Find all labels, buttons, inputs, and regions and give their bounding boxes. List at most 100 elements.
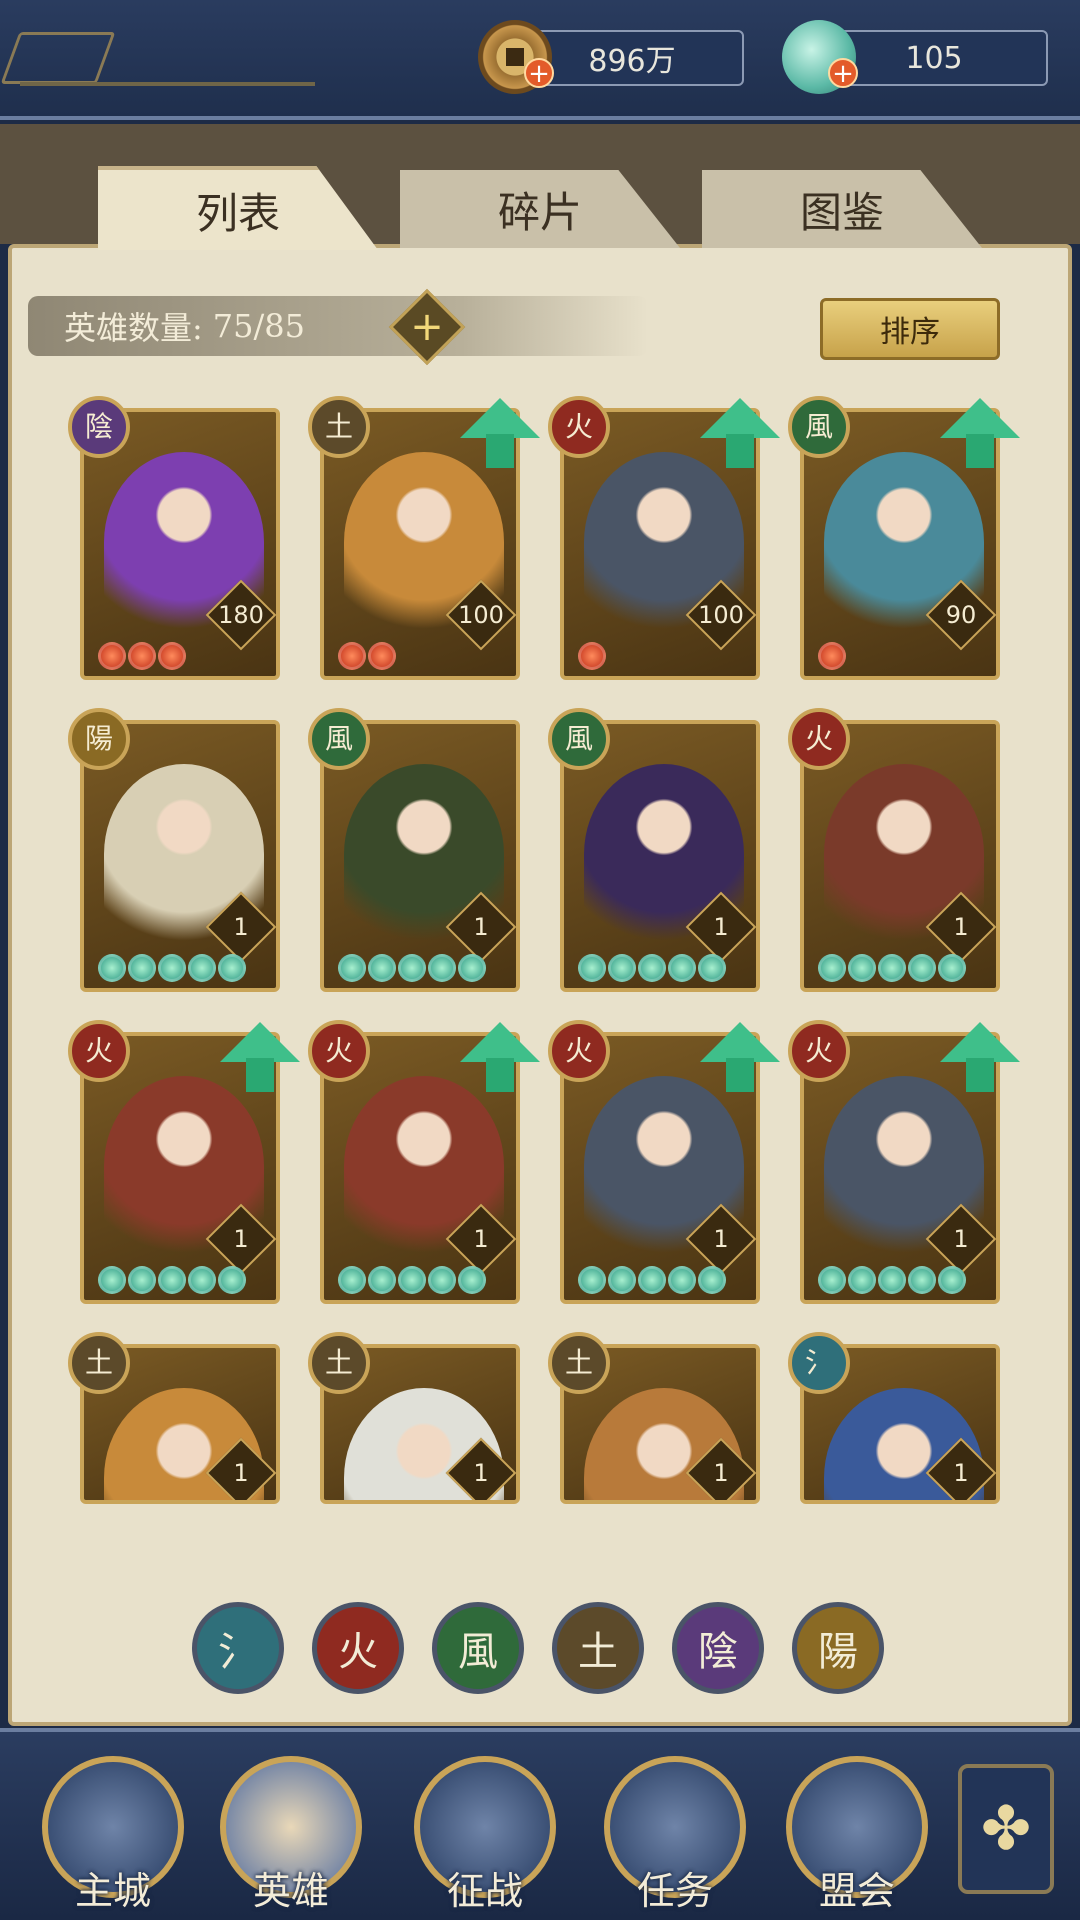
green-star-icon [128, 954, 156, 982]
green-star-icon [818, 954, 846, 982]
green-star-icon [368, 1266, 396, 1294]
green-star-icon [338, 1266, 366, 1294]
hero-stars [578, 1266, 726, 1294]
hero-stars [338, 954, 486, 982]
green-star-icon [908, 954, 936, 982]
green-star-icon [578, 1266, 606, 1294]
green-star-icon [668, 1266, 696, 1294]
element-badge: 火 [548, 1020, 610, 1082]
element-badge: 陽 [68, 708, 130, 770]
element-badge: 土 [308, 396, 370, 458]
green-star-icon [218, 954, 246, 982]
element-badge: 風 [308, 708, 370, 770]
filter-earth[interactable]: 土 [552, 1602, 644, 1694]
hero-level: 1 [233, 913, 249, 941]
hero-level: 1 [233, 1225, 249, 1253]
element-badge: 土 [308, 1332, 370, 1394]
green-star-icon [128, 1266, 156, 1294]
tab-fragments-label: 碎片 [497, 187, 582, 237]
green-star-icon [98, 954, 126, 982]
green-star-icon [848, 954, 876, 982]
element-badge: 氵 [788, 1332, 850, 1394]
red-star-icon [128, 642, 156, 670]
element-badge: 土 [68, 1332, 130, 1394]
shell-value: 105 [905, 40, 963, 76]
sort-button[interactable]: 排序 [820, 298, 1000, 360]
coin-value: 896万 [588, 44, 676, 79]
nav-main-city-label: 主城 [74, 1869, 151, 1913]
clover-menu-icon[interactable]: ✤ [958, 1764, 1054, 1894]
hero-stars [338, 642, 396, 670]
green-star-icon [338, 954, 366, 982]
spiral-logo-icon [0, 32, 116, 84]
nav-heroes-label: 英雄 [252, 1869, 329, 1913]
hero-count-value: 75/85 [212, 307, 306, 345]
green-star-icon [188, 954, 216, 982]
hero-stars [338, 1266, 486, 1294]
filter-yang[interactable]: 陽 [792, 1602, 884, 1694]
filter-yin[interactable]: 陰 [672, 1602, 764, 1694]
green-star-icon [428, 1266, 456, 1294]
element-badge: 陰 [68, 396, 130, 458]
element-badge: 火 [68, 1020, 130, 1082]
hero-level: 1 [473, 913, 489, 941]
green-star-icon [698, 954, 726, 982]
green-star-icon [608, 954, 636, 982]
green-star-icon [908, 1266, 936, 1294]
hero-level: 1 [953, 1459, 969, 1487]
hero-level: 1 [713, 1225, 729, 1253]
green-star-icon [398, 1266, 426, 1294]
add-shells-button[interactable]: + [828, 58, 858, 88]
hero-stars [98, 642, 186, 670]
green-star-icon [878, 1266, 906, 1294]
hero-level: 1 [953, 1225, 969, 1253]
hero-stars [98, 1266, 246, 1294]
hero-level: 100 [458, 601, 504, 629]
add-coins-button[interactable]: + [524, 58, 554, 88]
green-star-icon [818, 1266, 846, 1294]
filter-fire[interactable]: 火 [312, 1602, 404, 1694]
element-badge: 土 [548, 1332, 610, 1394]
green-star-icon [938, 1266, 966, 1294]
green-star-icon [938, 954, 966, 982]
filter-water[interactable]: 氵 [192, 1602, 284, 1694]
hero-level: 1 [473, 1459, 489, 1487]
upgrade-arrow-icon [700, 1022, 780, 1092]
green-star-icon [458, 954, 486, 982]
upgrade-arrow-icon [940, 1022, 1020, 1092]
red-star-icon [338, 642, 366, 670]
red-star-icon [578, 642, 606, 670]
hero-level: 1 [233, 1459, 249, 1487]
hero-stars [818, 1266, 966, 1294]
green-star-icon [878, 954, 906, 982]
hero-level: 1 [473, 1225, 489, 1253]
green-star-icon [428, 954, 456, 982]
element-badge: 風 [548, 708, 610, 770]
upgrade-arrow-icon [460, 398, 540, 468]
green-star-icon [638, 954, 666, 982]
upgrade-arrow-icon [700, 398, 780, 468]
green-star-icon [398, 954, 426, 982]
upgrade-arrow-icon [940, 398, 1020, 468]
nav-campaign-label: 征战 [446, 1869, 523, 1913]
hero-count: 英雄数量: 75/85 [28, 296, 648, 356]
hero-screen: { "resources": { "coins": "896万", "shell… [0, 0, 1080, 1920]
hero-level: 1 [713, 1459, 729, 1487]
green-star-icon [158, 1266, 186, 1294]
green-star-icon [608, 1266, 636, 1294]
green-star-icon [188, 1266, 216, 1294]
green-star-icon [668, 954, 696, 982]
green-star-icon [458, 1266, 486, 1294]
green-star-icon [698, 1266, 726, 1294]
element-badge: 火 [308, 1020, 370, 1082]
green-star-icon [578, 954, 606, 982]
element-badge: 火 [788, 708, 850, 770]
filter-wind[interactable]: 風 [432, 1602, 524, 1694]
green-star-icon [158, 954, 186, 982]
hero-stars [98, 954, 246, 982]
hero-stars [818, 642, 846, 670]
upgrade-arrow-icon [220, 1022, 300, 1092]
hero-level: 1 [953, 913, 969, 941]
hero-count-label: 英雄数量: [64, 309, 203, 347]
decorative-line [20, 82, 315, 86]
